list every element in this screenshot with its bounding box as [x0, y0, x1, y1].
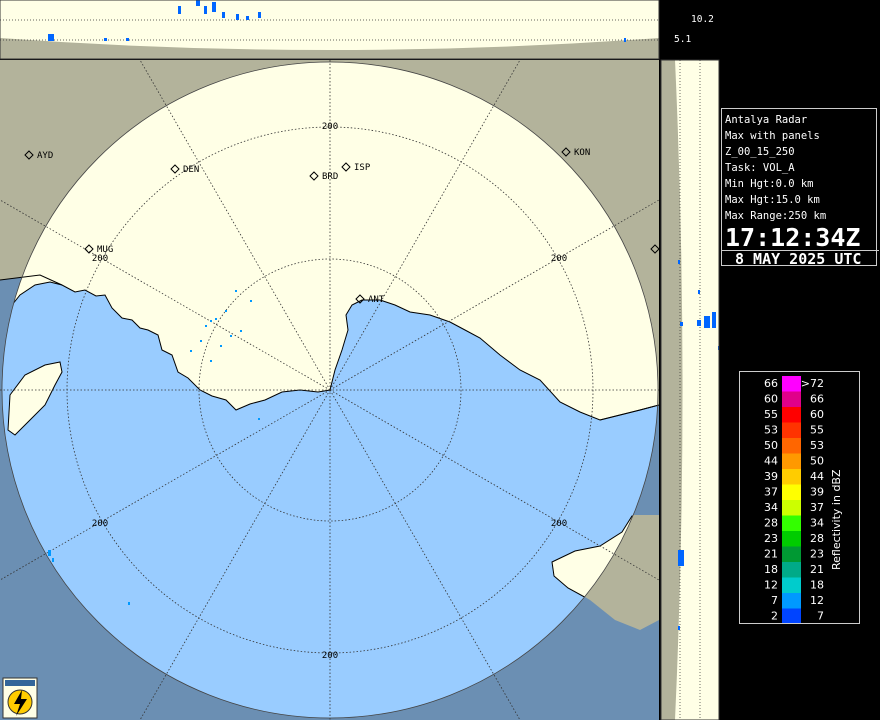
city-label: ISP: [354, 163, 371, 173]
legend-swatch: [782, 500, 801, 516]
side-panel: [661, 60, 719, 720]
legend-high-value: 23: [810, 548, 824, 561]
range-label: 200: [92, 254, 108, 264]
top-panel: [0, 0, 659, 59]
legend-high-value: 21: [810, 563, 824, 576]
legend-high-value: >72: [801, 377, 824, 390]
legend-swatch: [782, 376, 801, 392]
product-name: Max with panels: [725, 130, 820, 142]
legend-swatch: [782, 515, 801, 531]
legend-low-value: 2: [771, 610, 778, 623]
legend-high-value: 60: [810, 408, 824, 421]
observation-time: 17:12:34Z: [725, 223, 861, 252]
info-panel: Antalya Radar Max with panels Z_00_15_25…: [721, 108, 879, 267]
legend-low-value: 60: [764, 393, 778, 406]
mgm-logo-icon: [2, 677, 38, 719]
legend-high-value: 28: [810, 532, 824, 545]
legend-high-value: 7: [817, 610, 824, 623]
legend-swatch: [782, 546, 801, 562]
panel-height-label-top: 10.2: [691, 14, 714, 25]
legend-swatch: [782, 438, 801, 454]
legend-low-value: 21: [764, 548, 778, 561]
range-label: 200: [322, 651, 338, 661]
legend-low-value: 34: [764, 501, 778, 514]
legend-low-value: 66: [764, 377, 778, 390]
city-label: KON: [574, 148, 590, 158]
legend-high-value: 66: [810, 393, 824, 406]
legend-low-value: 7: [771, 594, 778, 607]
legend-high-value: 50: [810, 455, 824, 468]
observation-date: 8 MAY 2025 UTC: [722, 250, 879, 267]
legend-low-value: 12: [764, 579, 778, 592]
max-height: Max Hgt:15.0 km: [725, 194, 820, 206]
legend-swatch: [782, 453, 801, 469]
legend-low-value: 53: [764, 424, 778, 437]
legend-swatch: [782, 562, 801, 578]
legend-title: Reflectivity in dBZ: [830, 469, 843, 570]
city-label: MUG: [97, 245, 113, 255]
legend-high-value: 39: [810, 486, 824, 499]
legend-high-value: 55: [810, 424, 824, 437]
legend-low-value: 50: [764, 439, 778, 452]
legend-high-value: 37: [810, 501, 824, 514]
legend-high-value: 53: [810, 439, 824, 452]
range-label: 200: [551, 254, 567, 264]
legend-low-value: 18: [764, 563, 778, 576]
city-label: ANT: [368, 295, 385, 305]
legend-swatch: [782, 531, 801, 547]
legend-high-value: 44: [810, 470, 824, 483]
legend-low-value: 37: [764, 486, 778, 499]
legend-swatch: [782, 469, 801, 485]
max-range: Max Range:250 km: [725, 210, 827, 222]
legend-high-value: 34: [810, 517, 824, 530]
main-panel: 200 200 200 200 200 200 AYD DEN BRD ISP …: [0, 60, 659, 720]
legend-low-value: 55: [764, 408, 778, 421]
legend-high-value: 18: [810, 579, 824, 592]
range-label: 200: [551, 519, 567, 529]
panel-height-label-mid: 5.1: [674, 34, 692, 45]
legend-low-value: 23: [764, 532, 778, 545]
city-label: DEN: [183, 165, 199, 175]
range-label: 200: [322, 122, 338, 132]
product-code: Z_00_15_250: [725, 146, 795, 158]
legend-swatch: [782, 422, 801, 438]
legend-low-value: 28: [764, 517, 778, 530]
legend-high-value: 12: [810, 594, 824, 607]
legend-low-value: 44: [764, 455, 778, 468]
legend-low-value: 39: [764, 470, 778, 483]
city-label: AYD: [37, 151, 53, 161]
radar-name: Antalya Radar: [725, 114, 808, 126]
min-height: Min Hgt:0.0 km: [725, 178, 814, 190]
task-label: Task: VOL_A: [725, 162, 795, 174]
legend-swatch: [782, 608, 801, 624]
legend-swatch: [782, 577, 801, 593]
legend-swatch: [782, 407, 801, 423]
legend-swatch: [782, 484, 801, 500]
legend-swatch: [782, 593, 801, 609]
legend-swatch: [782, 391, 801, 407]
city-label: BRD: [322, 172, 338, 182]
range-label: 200: [92, 519, 108, 529]
